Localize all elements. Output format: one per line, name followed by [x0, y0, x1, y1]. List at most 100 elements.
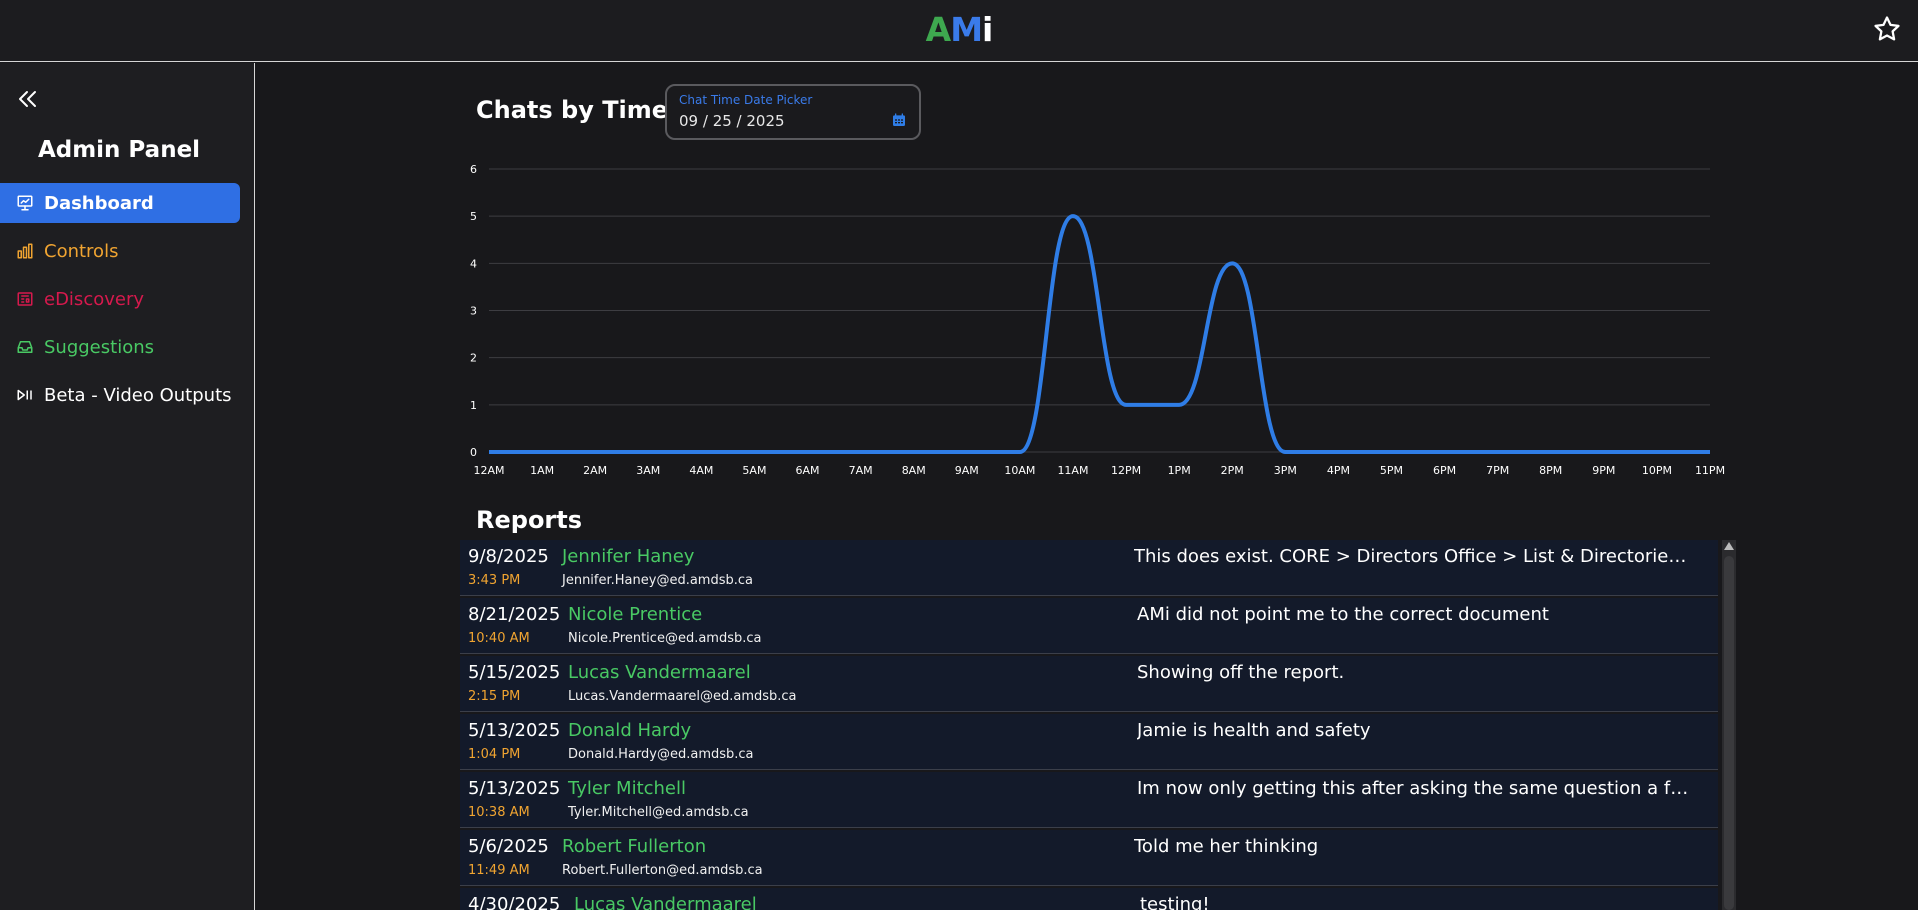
chat-time-date-picker[interactable]: Chat Time Date Picker 09 / 25 / 2025 [665, 84, 921, 140]
top-bar: AMi [0, 0, 1918, 62]
x-tick-label: 4AM [689, 464, 713, 477]
x-tick-label: 10AM [1004, 464, 1035, 477]
star-icon[interactable] [1872, 14, 1902, 44]
x-tick-label: 6PM [1433, 464, 1456, 477]
report-row[interactable]: 5/13/2025 10:38 AM Tyler Mitchell Tyler.… [460, 772, 1718, 828]
panel-title: Admin Panel [37, 137, 201, 163]
app-logo[interactable]: AMi [0, 10, 1918, 49]
date-picker-value: 09 / 25 / 2025 [679, 112, 785, 130]
report-time: 10:38 AM [468, 805, 530, 820]
report-row[interactable]: 8/21/2025 10:40 AM Nicole Prentice Nicol… [460, 598, 1718, 654]
report-user-email: Tyler.Mitchell@ed.amdsb.ca [568, 805, 749, 820]
chart-series-line [489, 214, 1710, 454]
play-pause-icon [16, 386, 34, 404]
report-user-email: Nicole.Prentice@ed.amdsb.ca [568, 631, 762, 646]
report-message: Told me her thinking [1134, 836, 1319, 857]
x-tick-label: 2AM [583, 464, 607, 477]
x-tick-label: 8AM [902, 464, 926, 477]
report-row[interactable]: 4/30/2025 Lucas Vandermaarel testing! [460, 888, 1718, 910]
x-tick-label: 8PM [1539, 464, 1562, 477]
report-time: 11:49 AM [468, 863, 530, 878]
report-message: AMi did not point me to the correct docu… [1137, 604, 1549, 625]
sidebar-item-controls[interactable]: Controls [0, 231, 240, 271]
x-tick-label: 2PM [1221, 464, 1244, 477]
report-message: testing! [1140, 894, 1210, 910]
x-tick-label: 5PM [1380, 464, 1403, 477]
scroll-up-arrow-icon[interactable] [1724, 542, 1734, 550]
x-tick-label: 9AM [955, 464, 979, 477]
x-tick-label: 7PM [1486, 464, 1509, 477]
date-year[interactable]: 2025 [746, 112, 784, 130]
sidebar-item-label: Suggestions [44, 336, 154, 358]
report-user-name: Robert Fullerton [562, 836, 707, 857]
report-message: Im now only getting this after asking th… [1137, 778, 1697, 799]
y-tick-label: 1 [470, 399, 477, 412]
date-picker-label: Chat Time Date Picker [679, 93, 813, 107]
calendar-icon[interactable] [891, 112, 907, 128]
date-day[interactable]: 25 [713, 112, 732, 130]
sidebar-item-label: eDiscovery [44, 288, 145, 310]
x-tick-label: 1PM [1168, 464, 1191, 477]
report-time: 2:15 PM [468, 689, 521, 704]
report-date: 5/15/2025 [468, 662, 561, 683]
sidebar-item-beta-video-outputs[interactable]: Beta - Video Outputs [0, 375, 240, 415]
sidebar-nav: Dashboard Controls eDiscovery Suggestion… [0, 183, 240, 423]
report-user-name: Nicole Prentice [568, 604, 703, 625]
report-user-name: Jennifer Haney [562, 546, 695, 567]
x-tick-label: 3PM [1274, 464, 1297, 477]
report-row[interactable]: 5/13/2025 1:04 PM Donald Hardy Donald.Ha… [460, 714, 1718, 770]
y-tick-label: 5 [470, 210, 477, 223]
chats-by-time-chart: 0 1 2 3 4 5 6 12AM 1AM 2AM 3AM 4AM 5AM 6AM 7AM 8AM 9AM 10… [470, 163, 1725, 477]
x-tick-label: 10PM [1642, 464, 1672, 477]
x-tick-label: 12PM [1111, 464, 1141, 477]
scroll-thumb[interactable] [1724, 556, 1734, 910]
y-tick-label: 0 [470, 446, 477, 459]
sidebar-item-suggestions[interactable]: Suggestions [0, 327, 240, 367]
report-time: 10:40 AM [468, 631, 530, 646]
logo-letter-m: M [950, 10, 983, 49]
x-tick-label: 5AM [742, 464, 766, 477]
x-tick-label: 7AM [849, 464, 873, 477]
report-date: 5/13/2025 [468, 778, 561, 799]
report-time: 1:04 PM [468, 747, 521, 762]
x-tick-label: 12AM [473, 464, 504, 477]
report-user-name: Lucas Vandermaarel [568, 662, 751, 683]
sidebar-item-dashboard[interactable]: Dashboard [0, 183, 240, 223]
x-tick-label: 6AM [796, 464, 820, 477]
y-tick-label: 3 [470, 305, 477, 318]
report-date: 4/30/2025 [468, 894, 561, 910]
report-user-name: Tyler Mitchell [568, 778, 687, 799]
sidebar-item-label: Dashboard [44, 192, 154, 214]
report-user-email: Jennifer.Haney@ed.amdsb.ca [562, 573, 753, 588]
x-tick-label: 4PM [1327, 464, 1350, 477]
report-message: This does exist. CORE > Directors Office… [1134, 546, 1694, 567]
reports-scrollbar[interactable] [1722, 540, 1736, 910]
logo-letter-i: i [982, 10, 993, 49]
x-tick-label: 11AM [1057, 464, 1088, 477]
bar-chart-icon [16, 242, 34, 260]
reports-title: Reports [476, 506, 583, 534]
date-month[interactable]: 09 [679, 112, 698, 130]
sidebar-item-ediscovery[interactable]: eDiscovery [0, 279, 240, 319]
chats-by-time-title: Chats by Time [476, 96, 669, 124]
report-user-email: Robert.Fullerton@ed.amdsb.ca [562, 863, 763, 878]
newspaper-icon [16, 290, 34, 308]
report-message: Showing off the report. [1137, 662, 1345, 683]
report-row[interactable]: 5/15/2025 2:15 PM Lucas Vandermaarel Luc… [460, 656, 1718, 712]
report-date: 5/6/2025 [468, 836, 549, 857]
sidebar: Admin Panel Dashboard Controls eDiscover… [0, 63, 255, 910]
y-tick-label: 6 [470, 163, 477, 176]
x-tick-label: 11PM [1695, 464, 1725, 477]
report-time: 3:43 PM [468, 573, 521, 588]
report-row[interactable]: 9/8/2025 3:43 PM Jennifer Haney Jennifer… [460, 540, 1718, 596]
report-user-name: Lucas Vandermaarel [574, 894, 757, 910]
y-tick-label: 4 [470, 257, 477, 270]
presentation-chart-icon [16, 194, 34, 212]
x-tick-label: 1AM [530, 464, 554, 477]
report-row[interactable]: 5/6/2025 11:49 AM Robert Fullerton Rober… [460, 830, 1718, 886]
collapse-sidebar-icon[interactable] [16, 87, 40, 111]
sidebar-item-label: Controls [44, 240, 119, 262]
x-tick-label: 9PM [1592, 464, 1615, 477]
y-tick-label: 2 [470, 352, 477, 365]
inbox-icon [16, 338, 34, 356]
